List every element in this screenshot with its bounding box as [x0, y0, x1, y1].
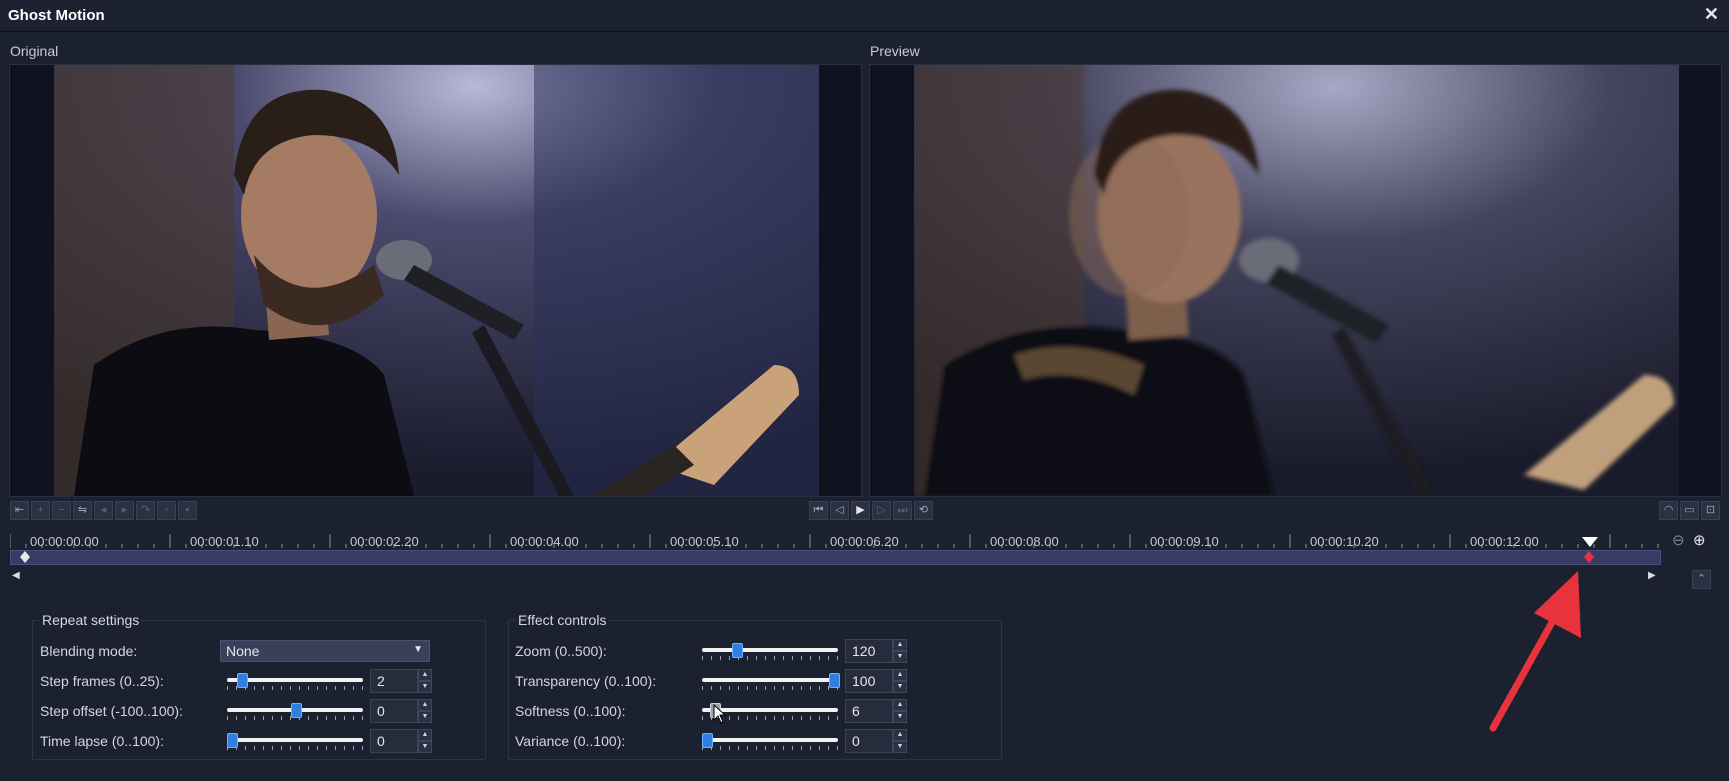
annotation-arrow: [1489, 571, 1581, 732]
timeline-tick-label: 00:00:12.00: [1470, 534, 1539, 549]
step-offset-slider[interactable]: [227, 702, 363, 722]
transparency-stepper[interactable]: ▲ ▼: [893, 669, 907, 693]
reverse-keyframes-icon[interactable]: ⇋: [73, 501, 92, 520]
preview-label: Preview: [870, 43, 920, 59]
time-lapse-input[interactable]: 0: [370, 729, 418, 753]
preview-video-pane: [869, 64, 1722, 497]
keyframe-prev-icon[interactable]: ⇤: [10, 501, 29, 520]
step-frames-slider[interactable]: [227, 672, 363, 692]
current-keyframe-icon[interactable]: [1583, 550, 1595, 564]
blending-mode-dropdown[interactable]: None ▼: [220, 640, 430, 662]
time-lapse-label: Time lapse (0..100):: [40, 733, 164, 749]
repeat-icon[interactable]: ⟲: [914, 501, 933, 520]
original-video-pane: [9, 64, 862, 497]
window-title: Ghost Motion: [8, 7, 105, 24]
timeline-tick-label: 00:00:08.00: [990, 534, 1059, 549]
softness-label: Softness (0..100):: [515, 703, 626, 719]
paste-keyframe-icon[interactable]: ▪: [178, 501, 197, 520]
title-bar: Ghost Motion ✕: [0, 0, 1729, 32]
move-left-icon[interactable]: ◂: [94, 501, 113, 520]
time-lapse-stepper[interactable]: ▲ ▼: [418, 729, 432, 753]
effect-controls-title: Effect controls: [516, 612, 609, 628]
step-frames-input[interactable]: 2: [370, 669, 418, 693]
timeline-tick-label: 00:00:10.20: [1310, 534, 1379, 549]
start-keyframe-icon[interactable]: [19, 550, 31, 564]
original-label: Original: [10, 43, 59, 59]
display-icon[interactable]: ▭: [1680, 501, 1699, 520]
step-frames-label: Step frames (0..25):: [40, 673, 164, 689]
repeat-settings-title: Repeat settings: [40, 612, 142, 628]
timeline-tick-label: 00:00:05.10: [670, 534, 739, 549]
timeline-tick-label: 00:00:09.10: [1150, 534, 1219, 549]
time-lapse-slider[interactable]: [227, 732, 363, 752]
zoom-thumb[interactable]: [732, 643, 743, 658]
step-frames-thumb[interactable]: [237, 673, 248, 688]
variance-input[interactable]: 0: [845, 729, 893, 753]
mouse-cursor-icon: [713, 704, 727, 724]
variance-slider[interactable]: [702, 732, 838, 752]
close-icon[interactable]: ✕: [1704, 4, 1719, 25]
time-lapse-thumb[interactable]: [227, 733, 238, 748]
zoom-input[interactable]: 120: [845, 639, 893, 663]
collapse-panel-icon[interactable]: ⌃: [1692, 570, 1711, 589]
step-offset-stepper[interactable]: ▲ ▼: [418, 699, 432, 723]
zoom-slider[interactable]: [702, 642, 838, 662]
softness-input[interactable]: 6: [845, 699, 893, 723]
chevron-down-icon: ▼: [413, 644, 423, 655]
zoom-label: Zoom (0..500):: [515, 643, 607, 659]
variance-thumb[interactable]: [702, 733, 713, 748]
easing-icon[interactable]: ◠: [1659, 501, 1678, 520]
remove-keyframe-icon[interactable]: −: [52, 501, 71, 520]
keyframe-track[interactable]: [10, 550, 1661, 565]
go-to-end-icon[interactable]: ⏭: [893, 501, 912, 520]
go-to-start-icon[interactable]: ⏮: [809, 501, 828, 520]
transparency-input[interactable]: 100: [845, 669, 893, 693]
zoom-out-icon[interactable]: ⊖: [1672, 531, 1690, 549]
goto-keyframe-icon[interactable]: ↷: [136, 501, 155, 520]
original-video-frame: [54, 65, 819, 496]
transparency-slider[interactable]: [702, 672, 840, 692]
timeline-tick-label: 00:00:04.00: [510, 534, 579, 549]
timeline-tick-label: 00:00:02.20: [350, 534, 419, 549]
transparency-thumb[interactable]: [829, 673, 840, 688]
timeline-tick-label: 00:00:01.10: [190, 534, 259, 549]
zoom-in-icon[interactable]: ⊕: [1693, 531, 1711, 549]
blending-mode-value: None: [226, 643, 260, 659]
next-frame-icon[interactable]: ▷: [872, 501, 891, 520]
timeline-tick-label: 00:00:06.20: [830, 534, 899, 549]
copy-keyframe-icon[interactable]: ▫: [157, 501, 176, 520]
scroll-left-icon[interactable]: ◀: [12, 570, 20, 581]
scroll-right-icon[interactable]: ▶: [1648, 570, 1656, 581]
step-offset-input[interactable]: 0: [370, 699, 418, 723]
transparency-label: Transparency (0..100):: [515, 673, 657, 689]
preview-video-frame: [914, 65, 1679, 496]
blending-mode-label: Blending mode:: [40, 643, 138, 659]
move-right-icon[interactable]: ▸: [115, 501, 134, 520]
previous-frame-icon[interactable]: ◁: [830, 501, 849, 520]
softness-stepper[interactable]: ▲ ▼: [893, 699, 907, 723]
variance-stepper[interactable]: ▲ ▼: [893, 729, 907, 753]
step-offset-thumb[interactable]: [291, 703, 302, 718]
step-offset-label: Step offset (-100..100):: [40, 703, 183, 719]
timeline-tick-label: 00:00:00.00: [30, 534, 99, 549]
fullscreen-preview-icon[interactable]: ⊡: [1701, 501, 1720, 520]
zoom-stepper[interactable]: ▲ ▼: [893, 639, 907, 663]
step-frames-stepper[interactable]: ▲ ▼: [418, 669, 432, 693]
variance-label: Variance (0..100):: [515, 733, 626, 749]
playhead-marker[interactable]: [1580, 536, 1600, 548]
add-keyframe-icon[interactable]: +: [31, 501, 50, 520]
play-icon[interactable]: ▶: [851, 501, 870, 520]
